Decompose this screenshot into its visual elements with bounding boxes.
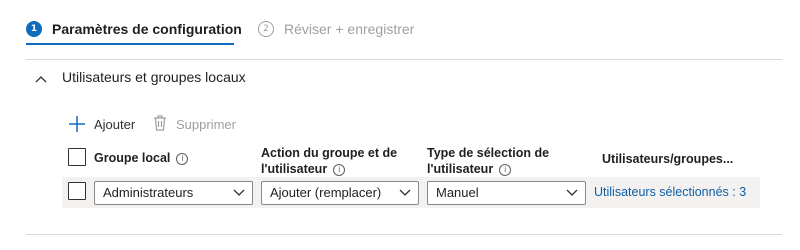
dropdown-value: Ajouter (remplacer)	[270, 185, 382, 200]
step-number-badge: 1	[26, 21, 42, 37]
chevron-down-icon	[232, 182, 246, 211]
column-header-users-groups: Utilisateurs/groupes...	[602, 151, 733, 167]
tab-label: Réviser + enregistrer	[284, 21, 415, 37]
step-number-badge: 2	[258, 21, 274, 37]
column-header-label: Groupe local	[94, 151, 171, 165]
chevron-down-icon	[565, 182, 579, 211]
column-header-label: Utilisateurs/groupes...	[602, 152, 734, 166]
dropdown-value: Administrateurs	[103, 185, 194, 200]
delete-button[interactable]: Supprimer	[152, 113, 244, 135]
trash-icon	[152, 114, 168, 137]
tab-review-save[interactable]: 2 Réviser + enregistrer	[258, 18, 418, 44]
dropdown-value: Manuel	[436, 185, 479, 200]
chevron-down-icon	[398, 182, 412, 211]
column-header-label-line1: Action du groupe et de	[261, 146, 398, 160]
info-icon[interactable]: i	[176, 152, 189, 165]
tabs-divider	[26, 59, 782, 60]
column-header-label-line2: l'utilisateur	[427, 162, 494, 176]
add-button-label: Ajouter	[94, 117, 136, 132]
tab-configuration-settings[interactable]: 1 Paramètres de configuration	[26, 18, 242, 44]
column-header-local-group: Groupe local i	[94, 150, 189, 166]
user-selection-type-dropdown[interactable]: Manuel	[427, 181, 586, 205]
column-header-label-line1: Type de sélection de	[427, 146, 550, 160]
add-button[interactable]: Ajouter	[68, 113, 142, 135]
selected-users-link[interactable]: Utilisateurs sélectionnés : 3	[594, 185, 746, 199]
column-header-user-selection-type: Type de sélection de l'utilisateur i	[427, 145, 587, 177]
tab-label: Paramètres de configuration	[52, 21, 242, 37]
local-group-dropdown[interactable]: Administrateurs	[94, 181, 253, 205]
column-header-label-line2: l'utilisateur	[261, 162, 328, 176]
info-icon[interactable]: i	[499, 163, 512, 176]
section-title: Utilisateurs et groupes locaux	[62, 69, 246, 85]
section-bottom-divider	[26, 234, 782, 235]
column-header-group-user-action: Action du groupe et de l'utilisateur i	[261, 145, 421, 177]
select-all-checkbox[interactable]	[68, 148, 86, 166]
group-user-action-dropdown[interactable]: Ajouter (remplacer)	[261, 181, 419, 205]
section-header-toggle[interactable]: Utilisateurs et groupes locaux	[34, 67, 264, 89]
plus-icon	[68, 115, 86, 138]
delete-button-label: Supprimer	[176, 117, 236, 132]
active-tab-indicator	[26, 43, 234, 45]
chevron-up-icon	[34, 72, 48, 90]
row-checkbox[interactable]	[68, 182, 86, 200]
info-icon[interactable]: i	[333, 163, 346, 176]
